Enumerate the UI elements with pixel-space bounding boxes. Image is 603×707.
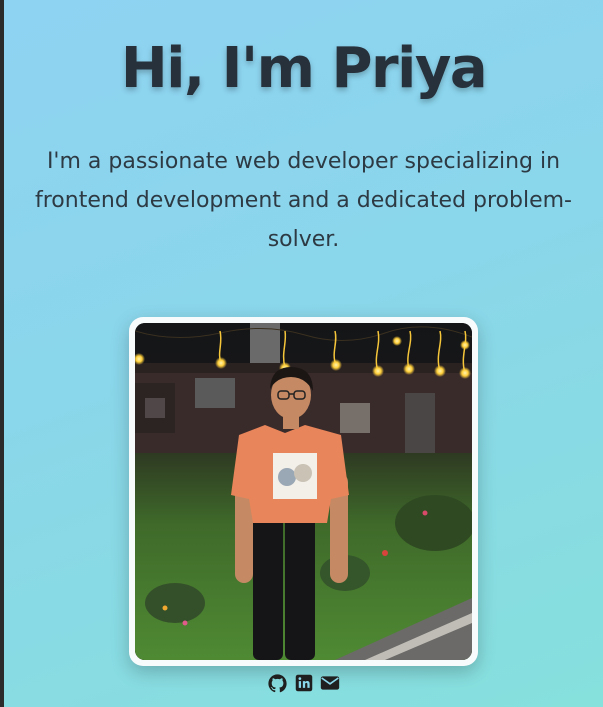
profile-photo	[135, 323, 472, 660]
linkedin-link[interactable]	[294, 673, 314, 693]
social-links	[4, 673, 603, 693]
page-background: Hi, I'm Priya I'm a passionate web devel…	[0, 0, 603, 707]
hero-section: Hi, I'm Priya I'm a passionate web devel…	[4, 0, 603, 707]
hero-intro: I'm a passionate web developer specializ…	[35, 149, 572, 252]
github-link[interactable]	[268, 673, 288, 693]
github-icon	[268, 673, 287, 692]
profile-photo-frame	[129, 317, 478, 666]
email-link[interactable]	[320, 673, 340, 693]
email-icon	[320, 676, 339, 690]
hero-heading: Hi, I'm Priya	[120, 36, 488, 101]
linkedin-icon	[295, 674, 312, 692]
